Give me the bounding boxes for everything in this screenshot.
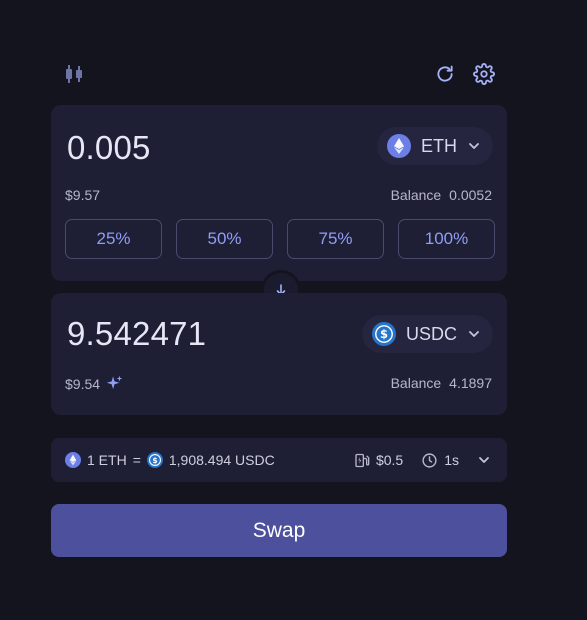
svg-text:$: $: [380, 327, 388, 341]
rate-details-bar[interactable]: 1 ETH = $ 1,908.494 USDC $0.5 1s: [51, 438, 507, 482]
candlestick-chart-icon: [66, 65, 82, 83]
percent-25-button[interactable]: 25%: [65, 219, 162, 259]
percent-100-button[interactable]: 100%: [398, 219, 495, 259]
chevron-down-icon: [469, 143, 479, 149]
buy-token-selector[interactable]: $ USDC: [361, 315, 493, 353]
percent-buttons: 25% 50% 75% 100%: [65, 219, 495, 259]
sparkle-icon[interactable]: [106, 375, 123, 392]
percent-50-button[interactable]: 50%: [176, 219, 273, 259]
sell-token-symbol: ETH: [421, 135, 457, 156]
settings-button[interactable]: [472, 62, 496, 86]
estimated-time: 1s: [444, 452, 459, 468]
buy-balance-label: Balance: [390, 375, 442, 391]
rate-to: 1,908.494 USDC: [168, 452, 275, 468]
sell-amount-input[interactable]: 0.005: [67, 129, 151, 167]
buy-usd-row: $9.54: [65, 375, 123, 392]
buy-token-symbol: USDC: [405, 323, 457, 344]
sell-usd-value: $9.57: [65, 187, 101, 203]
gear-icon: [473, 63, 495, 85]
refresh-button[interactable]: [433, 62, 457, 86]
usdc-icon: $: [146, 452, 163, 468]
svg-text:$: $: [152, 456, 157, 465]
gas-fee: $0.5: [375, 452, 404, 468]
exchange-rate: 1 ETH = $ 1,908.494 USDC: [65, 438, 275, 482]
chevron-down-icon: [469, 331, 479, 337]
sell-panel: 0.005 ETH $9.57 Balance 0.0052 25% 50% 75…: [51, 105, 507, 281]
sell-balance-value: 0.0052: [449, 187, 492, 203]
eth-icon: [387, 134, 411, 158]
percent-75-button[interactable]: 75%: [287, 219, 384, 259]
eth-icon: [65, 452, 81, 468]
sell-balance-label: Balance: [390, 187, 442, 203]
usdc-icon: $: [371, 322, 396, 346]
sell-token-selector[interactable]: ETH: [377, 127, 493, 165]
buy-amount-output: 9.542471: [67, 315, 207, 352]
buy-balance: Balance 4.1897: [391, 375, 492, 391]
rate-equals: =: [132, 452, 141, 468]
gas-pump-icon: [355, 453, 370, 467]
buy-balance-value: 4.1897: [449, 375, 492, 391]
refresh-icon: [437, 65, 453, 82]
chart-toggle-button[interactable]: [62, 62, 86, 86]
chevron-down-icon: [479, 457, 489, 463]
sell-balance[interactable]: Balance 0.0052: [391, 187, 492, 203]
clock-icon: [422, 452, 437, 468]
fee-and-time: $0.5 1s: [354, 438, 491, 482]
buy-usd-value: $9.54: [65, 375, 101, 392]
swap-button[interactable]: Swap: [51, 504, 507, 557]
buy-panel: 9.542471 $ USDC $9.54 Balance 4.1897: [51, 293, 507, 415]
rate-from: 1 ETH: [87, 452, 127, 468]
